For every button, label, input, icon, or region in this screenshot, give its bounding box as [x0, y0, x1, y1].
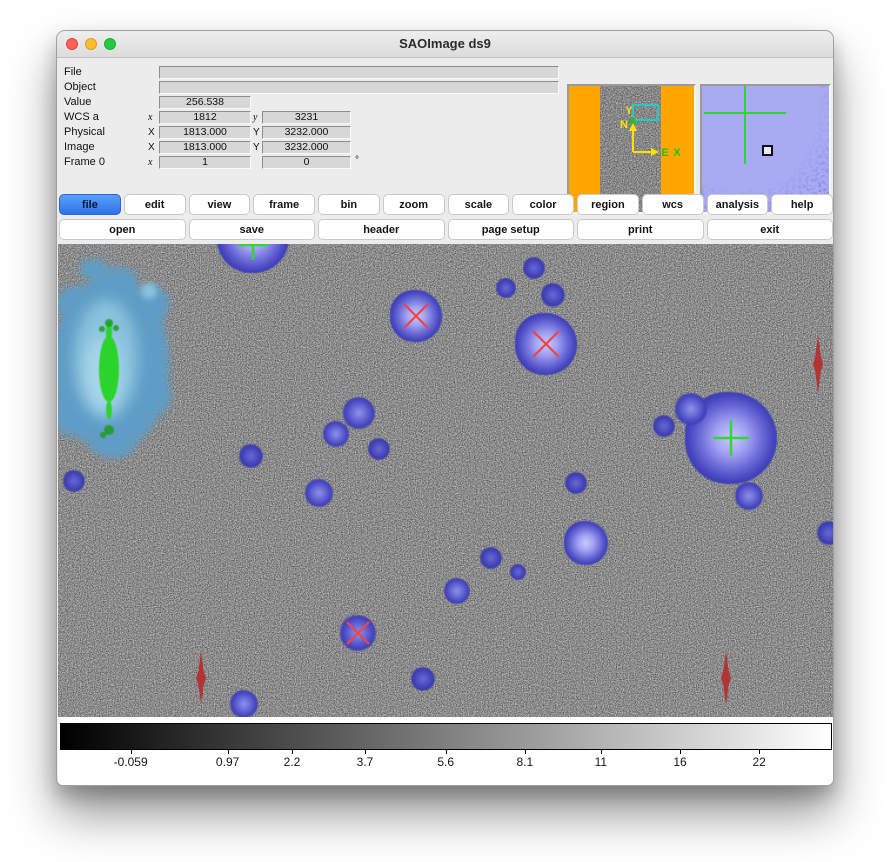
info-row-image: Image X 1813.000Y3232.000: [57, 140, 617, 155]
colorbar-tick-label: 3.7: [357, 755, 374, 769]
colorbar-tick-label: 11: [595, 755, 607, 769]
wcs-a-y-label: y: [253, 112, 257, 123]
image-y-arrow-icon: [629, 123, 637, 131]
colorbar-tick: [228, 750, 229, 754]
menu-row-secondary: opensaveheaderpage setupprintexit: [58, 219, 834, 240]
wcs-a-x-label: x: [148, 112, 152, 123]
plus-marker[interactable]: [713, 420, 749, 456]
image-x-label: X: [148, 142, 155, 153]
colorbar-tick: [131, 750, 132, 754]
colorbar-tick: [292, 750, 293, 754]
plus-marker[interactable]: [238, 244, 268, 260]
menu-button-view[interactable]: view: [189, 194, 251, 215]
action-button-open[interactable]: open: [59, 219, 186, 240]
colorbar-tick: [601, 750, 602, 754]
colorbar-tick-label: 2.2: [284, 755, 301, 769]
x-marker[interactable]: [404, 304, 428, 328]
region-markers: [58, 244, 834, 717]
action-button-exit[interactable]: exit: [707, 219, 834, 240]
image-y-label: Y: [253, 142, 260, 153]
menu-button-wcs[interactable]: wcs: [642, 194, 704, 215]
colorbar-tick-label: 16: [673, 755, 686, 769]
physical-x-field[interactable]: 1813.000: [159, 126, 251, 139]
info-row-value: Value 256.538: [57, 95, 617, 110]
colorbar-tick: [365, 750, 366, 754]
image-y-field[interactable]: 3232.000: [262, 141, 351, 154]
menu-button-bin[interactable]: bin: [318, 194, 380, 215]
colorbar-tick: [680, 750, 681, 754]
info-label-wcs-a: WCS a: [64, 111, 99, 123]
frame-0-x-field[interactable]: 1: [159, 156, 251, 169]
window-title: SAOImage ds9: [57, 36, 833, 51]
colorbar-gradient[interactable]: [60, 723, 832, 750]
compass-east-label: E: [661, 147, 668, 159]
frame-0-x-label: x: [148, 157, 152, 168]
info-row-object: Object: [57, 80, 617, 95]
panner-viewbox[interactable]: [633, 105, 658, 120]
physical-y-field[interactable]: 3232.000: [262, 126, 351, 139]
action-button-save[interactable]: save: [189, 219, 316, 240]
wcs-a-y-field[interactable]: 3231: [262, 111, 351, 124]
menu-button-color[interactable]: color: [512, 194, 574, 215]
x-marker[interactable]: [347, 622, 369, 644]
info-row-wcs-a: WCS a x 1812y 3231: [57, 110, 617, 125]
action-button-header[interactable]: header: [318, 219, 445, 240]
file-field[interactable]: [159, 66, 559, 79]
value-field[interactable]: 256.538: [159, 96, 251, 109]
magnifier-cursor-box: [762, 145, 773, 156]
axis-y-label: Y: [625, 105, 633, 117]
wcs-a-x-field[interactable]: 1812: [159, 111, 251, 124]
menu-button-frame[interactable]: frame: [253, 194, 315, 215]
colorbar-tick-label: 8.1: [516, 755, 533, 769]
degree-symbol: °: [355, 155, 359, 166]
axis-x-label: X: [673, 147, 681, 159]
colorbar-tick-label: 22: [752, 755, 765, 769]
info-panel: FileObjectValue256.538WCS ax1812y3231Phy…: [57, 58, 833, 193]
magnifier-crosshair-h: [704, 112, 786, 114]
info-label-image: Image: [64, 141, 95, 153]
info-label-value: Value: [64, 96, 91, 108]
physical-y-label: Y: [253, 127, 260, 138]
info-label-file: File: [64, 66, 82, 78]
image-x-arrow-icon: [651, 148, 659, 156]
app-window: SAOImage ds9 FileObjectValue256.538WCS a…: [56, 30, 834, 786]
spindle-marker[interactable]: [196, 652, 206, 704]
spindle-marker[interactable]: [813, 335, 823, 393]
x-marker[interactable]: [533, 331, 559, 357]
menu-button-help[interactable]: help: [771, 194, 833, 215]
magnifier-crosshair-v: [744, 86, 746, 164]
image-x-field[interactable]: 1813.000: [159, 141, 251, 154]
action-button-print[interactable]: print: [577, 219, 704, 240]
physical-x-label: X: [148, 127, 155, 138]
menu-button-analysis[interactable]: analysis: [707, 194, 769, 215]
menu-button-edit[interactable]: edit: [124, 194, 186, 215]
info-row-file: File: [57, 65, 617, 80]
compass-north-label: N: [620, 119, 628, 131]
info-row-physical: Physical X 1813.000Y3232.000: [57, 125, 617, 140]
colorbar-tick: [759, 750, 760, 754]
colorbar-tick-label: 5.6: [437, 755, 454, 769]
info-label-physical: Physical: [64, 126, 105, 138]
info-label-frame-0: Frame 0: [64, 156, 105, 168]
colorbar-tick-label: 0.97: [216, 755, 239, 769]
menu-button-scale[interactable]: scale: [448, 194, 510, 215]
action-button-page-setup[interactable]: page setup: [448, 219, 575, 240]
colorbar-tick: [525, 750, 526, 754]
colorbar[interactable]: -0.059 0.97 2.2 3.7 5.6 8.1 11 16 22: [58, 717, 834, 786]
titlebar[interactable]: SAOImage ds9: [57, 31, 833, 58]
menu-row-primary: fileeditviewframebinzoomscalecolorregion…: [58, 194, 834, 215]
info-row-frame-0: Frame 0 x10 °: [57, 155, 617, 170]
colorbar-tick-label: -0.059: [114, 755, 148, 769]
menu-button-region[interactable]: region: [577, 194, 639, 215]
info-label-object: Object: [64, 81, 96, 93]
object-field[interactable]: [159, 81, 559, 94]
menu-button-file[interactable]: file: [59, 194, 121, 215]
menu-button-zoom[interactable]: zoom: [383, 194, 445, 215]
image-canvas[interactable]: [58, 244, 834, 717]
colorbar-tick: [446, 750, 447, 754]
frame-0-y-field[interactable]: 0: [262, 156, 351, 169]
spindle-marker[interactable]: [721, 651, 731, 705]
